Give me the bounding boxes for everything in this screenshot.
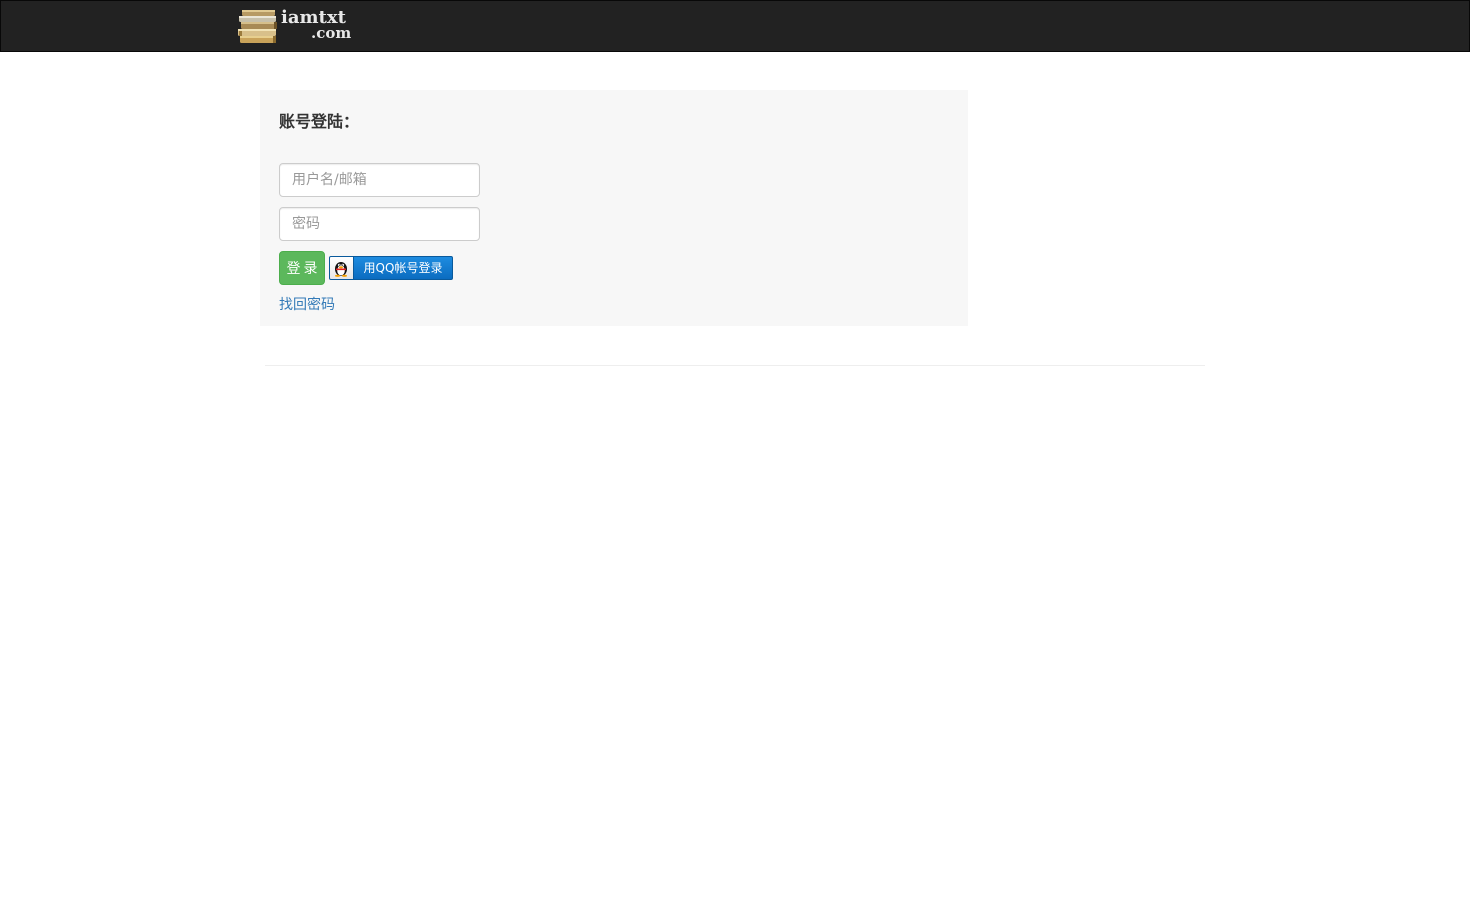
books-stack-icon xyxy=(238,10,277,43)
login-panel: 账号登陆： 登录 用QQ帐号登录 找回密码 xyxy=(260,90,968,326)
qq-login-button[interactable]: 用QQ帐号登录 xyxy=(329,256,453,280)
login-title: 账号登陆： xyxy=(279,112,360,131)
login-button[interactable]: 登录 xyxy=(279,251,325,285)
top-navbar: iamtxt .com xyxy=(0,0,1470,52)
qq-login-label: 用QQ帐号登录 xyxy=(363,261,443,275)
username-email-input[interactable] xyxy=(279,163,480,197)
forgot-password-link[interactable]: 找回密码 xyxy=(279,296,335,314)
qq-penguin-icon xyxy=(335,262,347,277)
qq-icon-container xyxy=(330,257,354,279)
logo-text-suffix: .com xyxy=(311,24,352,42)
footer-divider xyxy=(265,365,1205,366)
password-input[interactable] xyxy=(279,207,480,241)
site-logo[interactable]: iamtxt .com xyxy=(237,7,357,47)
